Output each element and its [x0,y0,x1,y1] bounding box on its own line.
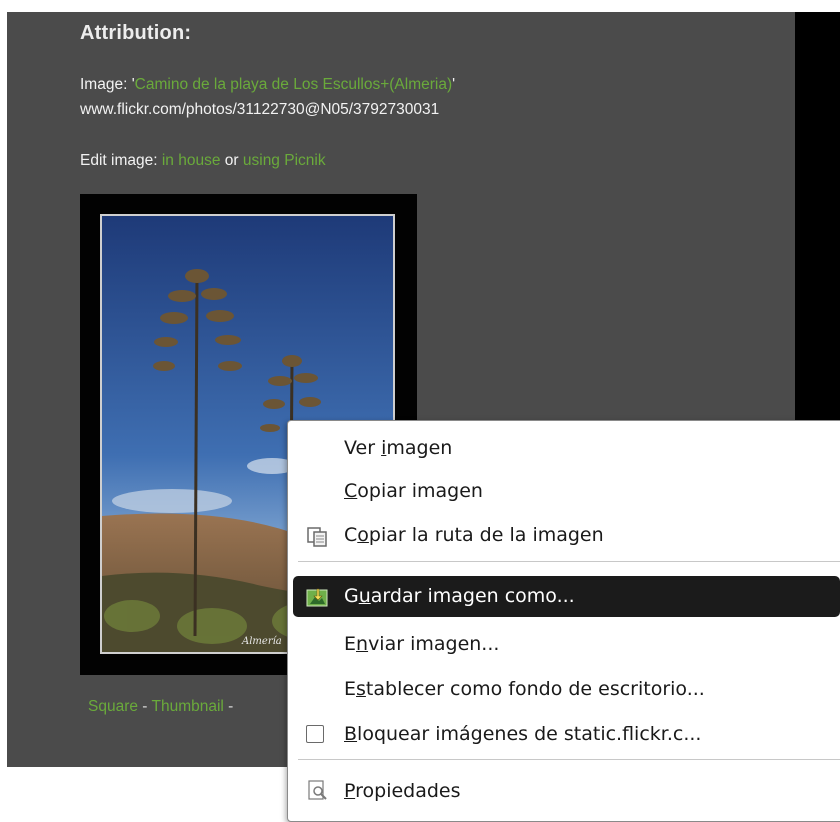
menu-item-ver-imagen[interactable]: Ver imagen [344,430,452,466]
menu-item-guardar-imagen[interactable]: Guardar imagen como... [344,578,575,614]
menu-item-enviar-imagen[interactable]: Enviar imagen... [344,626,499,662]
checkbox-icon[interactable] [306,725,324,743]
top-strip [0,0,840,12]
image-suffix: ' [452,76,456,93]
image-prefix: Image: ' [80,76,135,93]
menu-separator [298,561,840,562]
menu-item-copiar-ruta[interactable]: Copiar la ruta de la imagen [344,517,604,553]
menu-item-propiedades[interactable]: Propiedades [344,773,461,809]
photo-watermark: Almería [241,636,282,647]
attribution-heading: Attribution: [80,22,192,44]
menu-item-bloquear-imagenes[interactable]: Bloquear imágenes de static.flickr.c... [344,716,701,752]
save-image-icon [306,588,328,607]
image-credit-line: Image: 'Camino de la playa de Los Escull… [80,76,455,94]
left-strip [0,0,7,805]
image-url: www.flickr.com/photos/31122730@N05/37927… [80,101,440,118]
edit-prefix: Edit image: [80,152,162,169]
square-link[interactable]: Square [88,698,138,715]
copy-icon [307,527,327,547]
menu-item-copiar-imagen[interactable]: Copiar imagen [344,473,483,509]
size-sep: - [137,698,152,715]
size-links: Square - Thumbnail - [88,698,233,716]
image-title-link[interactable]: Camino de la playa de Los Escullos+(Alme… [135,76,452,93]
edit-in-house-link[interactable]: in house [162,152,221,169]
edit-picnik-link[interactable]: using Picnik [243,152,326,169]
menu-item-fondo-escritorio[interactable]: Establecer como fondo de escritorio... [344,671,705,707]
properties-icon [308,780,327,800]
context-menu: Ver imagen Copiar imagen Copiar la ruta … [287,420,840,822]
edit-or: or [220,152,243,169]
thumbnail-link[interactable]: Thumbnail [151,698,223,715]
edit-image-line: Edit image: in house or using Picnik [80,152,326,170]
black-column [795,12,840,432]
size-trail: - [223,698,234,715]
menu-separator [298,759,840,760]
